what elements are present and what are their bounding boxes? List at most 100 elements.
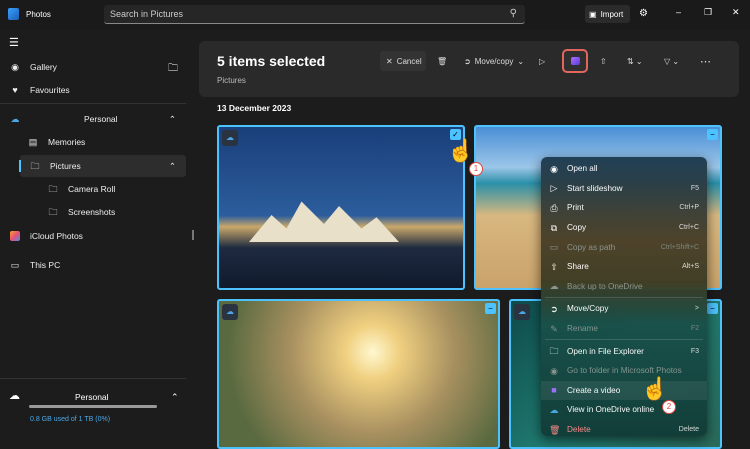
- delete-button[interactable]: 🗑: [437, 51, 447, 71]
- chevron-up-icon[interactable]: ⌃: [171, 392, 179, 403]
- sidebar-label: This PC: [30, 260, 61, 270]
- import-icon: ▣: [589, 10, 597, 19]
- search-icon[interactable]: ⚲: [510, 8, 517, 19]
- memories-icon: ▤: [28, 137, 38, 147]
- sidebar-item-favourites[interactable]: ♥ Favourites: [0, 79, 186, 101]
- menu-item-label: View in OneDrive online: [567, 405, 655, 415]
- path-icon: ▭: [549, 242, 559, 253]
- sidebar-item-icloud[interactable]: iCloud Photos: [0, 225, 186, 247]
- cursor-hand-2: ☝ 2: [641, 376, 676, 414]
- menu-item-start-slideshow[interactable]: ▷ Start slideshow F5: [541, 179, 707, 199]
- close-button[interactable]: ✕: [732, 7, 740, 18]
- menu-item-shortcut: F2: [690, 325, 699, 333]
- sidebar-label: Favourites: [30, 85, 70, 95]
- hand-pointer-icon: ☝: [447, 138, 475, 163]
- menu-item-label: Move/Copy: [567, 304, 609, 314]
- minimize-button[interactable]: –: [676, 7, 681, 17]
- eye-icon: ◉: [550, 365, 558, 376]
- menu-item-shortcut: >: [694, 305, 699, 313]
- photo-grass-sunset[interactable]: [217, 299, 500, 449]
- menu-item-label: Start slideshow: [567, 183, 623, 193]
- menu-item-copy-as-path: ▭ Copy as path Ctrl+Shift+C: [541, 237, 707, 257]
- menu-item-open-in-file-explorer[interactable]: 🗀 Open in File Explorer F3: [541, 341, 707, 361]
- sidebar-item-camera-roll[interactable]: 🗀 Camera Roll: [38, 178, 186, 200]
- context-menu: ◉ Open all ▷ Start slideshow F5 ⎙ Print Ctrl+P ⧉…: [541, 157, 707, 436]
- menu-item-label: Rename: [567, 324, 598, 334]
- sidebar-resize-handle[interactable]: [192, 230, 194, 240]
- storage-label: Personal: [75, 392, 109, 402]
- share-icon[interactable]: ⇧: [600, 51, 607, 71]
- sidebar-item-this-pc[interactable]: ▭ This PC: [0, 254, 186, 276]
- import-label: Import: [600, 10, 624, 19]
- selected-checkbox[interactable]: −: [485, 303, 496, 314]
- selection-indicator: [19, 160, 21, 172]
- menu-item-shortcut: Ctrl+C: [678, 224, 699, 232]
- sidebar-label: Personal: [84, 114, 118, 124]
- settings-icon[interactable]: ⚙: [639, 8, 648, 19]
- menu-item-copy[interactable]: ⧉ Copy Ctrl+C: [541, 218, 707, 238]
- menu-separator: [545, 339, 703, 341]
- sidebar-label: Screenshots: [68, 207, 116, 217]
- chevron-up-icon[interactable]: ⌃: [169, 114, 176, 125]
- menu-item-label: Back up to OneDrive: [567, 281, 643, 291]
- icloud-icon: [10, 231, 20, 241]
- menu-item-label: Copy as path: [567, 242, 616, 252]
- storage-text: 0.8 GB used of 1 TB (0%): [30, 416, 111, 423]
- create-video-button[interactable]: [562, 49, 588, 73]
- menu-item-shortcut: Ctrl+Shift+C: [660, 243, 699, 251]
- filter-icon[interactable]: ▽ ⌄: [664, 51, 679, 71]
- rename-icon: ✎: [550, 323, 558, 334]
- menu-item-shortcut: Alt+S: [682, 263, 699, 271]
- menu-item-delete[interactable]: 🗑 Delete Delete: [541, 420, 707, 440]
- slideshow-icon[interactable]: ▷: [539, 51, 545, 71]
- menu-item-shortcut: F5: [690, 184, 699, 192]
- divider: [0, 378, 186, 379]
- chevron-up-icon[interactable]: ⌃: [169, 161, 176, 172]
- move-copy-button[interactable]: ➲ Move/copy ⌄: [464, 51, 524, 71]
- sidebar-label: Pictures: [50, 161, 81, 171]
- menu-item-rename: ✎ Rename F2: [541, 319, 707, 339]
- more-options-icon[interactable]: ⋯: [700, 51, 711, 71]
- menu-item-move-copy[interactable]: ➲ Move/Copy >: [541, 299, 707, 319]
- folder-icon: 🗀: [30, 161, 40, 171]
- cancel-button[interactable]: ✕ Cancel: [380, 51, 426, 71]
- menu-item-shortcut: F3: [690, 347, 699, 355]
- sidebar-item-screenshots[interactable]: 🗀 Screenshots: [38, 201, 186, 223]
- breadcrumb: Pictures: [217, 76, 246, 85]
- selected-checkbox[interactable]: −: [707, 303, 718, 314]
- video-icon: ■: [551, 385, 557, 396]
- share-icon: ⇧: [550, 261, 558, 272]
- sidebar-item-personal[interactable]: ☁ Personal ⌃: [0, 108, 186, 130]
- cursor-hand-1: ☝ 1: [447, 138, 483, 176]
- hamburger-menu-icon[interactable]: ☰: [9, 36, 19, 49]
- sidebar-item-memories[interactable]: ▤ Memories: [18, 131, 186, 153]
- menu-item-label: Open in File Explorer: [567, 346, 644, 356]
- menu-item-back-up-to-onedrive: ☁ Back up to OneDrive: [541, 277, 707, 297]
- menu-item-share[interactable]: ⇧ Share Alt+S: [541, 257, 707, 277]
- sidebar-item-pictures[interactable]: 🗀 Pictures ⌃: [19, 155, 186, 177]
- menu-item-shortcut: Delete: [678, 426, 699, 434]
- photo-opera-house[interactable]: [217, 125, 465, 290]
- divider: [0, 103, 186, 104]
- menu-item-print[interactable]: ⎙ Print Ctrl+P: [541, 198, 707, 218]
- menu-item-label: Create a video: [567, 385, 621, 395]
- search-input[interactable]: Search in Pictures ⚲: [104, 5, 525, 24]
- search-placeholder: Search in Pictures: [110, 9, 184, 19]
- menu-item-label: Copy: [567, 223, 587, 233]
- restore-button[interactable]: ❐: [704, 7, 712, 18]
- pc-icon: ▭: [10, 260, 20, 270]
- chevron-down-icon: ⌄: [517, 56, 525, 66]
- menu-separator: [545, 297, 703, 299]
- app-title: Photos: [26, 10, 51, 19]
- import-button[interactable]: ▣ Import: [585, 5, 630, 23]
- slideshow-icon: ▷: [550, 183, 558, 194]
- menu-item-view-in-onedrive-online[interactable]: ☁ View in OneDrive online: [541, 400, 707, 420]
- cloud-icon: ☁: [549, 404, 559, 415]
- sort-icon[interactable]: ⇅ ⌄: [627, 51, 643, 71]
- menu-item-create-a-video[interactable]: ■ Create a video: [541, 380, 707, 401]
- sidebar-item-gallery[interactable]: ◉ Gallery: [0, 56, 186, 78]
- menu-item-open-all[interactable]: ◉ Open all: [541, 159, 707, 179]
- selected-checkbox[interactable]: −: [707, 129, 718, 140]
- add-folder-icon[interactable]: 🗀: [168, 61, 178, 78]
- menu-item-label: Open all: [567, 164, 598, 174]
